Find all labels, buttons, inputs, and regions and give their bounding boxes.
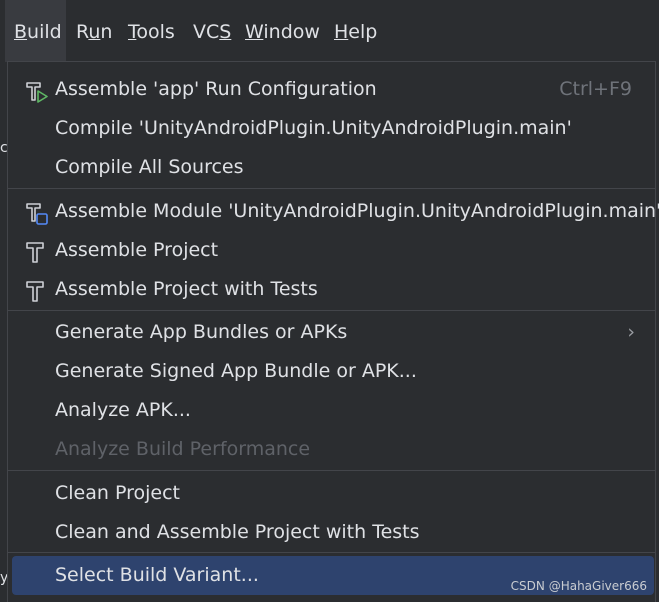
shortcut-label: Ctrl+F9 (559, 78, 632, 100)
menu-separator (8, 470, 655, 471)
menu-separator (8, 310, 655, 311)
hammer-run-icon (26, 82, 48, 103)
menu-item-label: Clean and Assemble Project with Tests (55, 521, 420, 543)
menu-item-label: Generate App Bundles or APKs (55, 321, 348, 343)
menu-run-mnemonic: u (88, 21, 101, 43)
menu-item-assemble-project[interactable]: Assemble Project (8, 231, 655, 270)
hammer-module-icon (26, 203, 48, 225)
menu-item-assemble-project-with-tests[interactable]: Assemble Project with Tests (8, 270, 655, 309)
build-menu-popup: Assemble 'app' Run Configuration Ctrl+F9… (7, 61, 659, 602)
menu-build-mnemonic: B (14, 21, 28, 43)
menu-item-compile-all-sources[interactable]: Compile All Sources (8, 148, 655, 187)
menu-item-label: Assemble Project (55, 239, 219, 261)
menu-tools-rest: ools (136, 21, 175, 43)
hammer-icon (26, 242, 44, 263)
menu-item-label: Select Build Variant... (55, 564, 259, 586)
menu-run-pre: R (76, 21, 89, 43)
menu-item-generate-app-bundles[interactable]: Generate App Bundles or APKs › (8, 313, 655, 352)
menu-item-label: Analyze Build Performance (55, 438, 311, 460)
menu-item-clean-and-assemble[interactable]: Clean and Assemble Project with Tests (8, 513, 655, 552)
menu-vcs-mnemonic: S (219, 21, 232, 43)
menu-item-label: Clean Project (55, 482, 180, 504)
menu-window[interactable]: Window (245, 19, 320, 45)
menu-item-label: Generate Signed App Bundle or APK... (55, 360, 417, 382)
menu-item-assemble-app-run-config[interactable]: Assemble 'app' Run Configuration Ctrl+F9 (8, 70, 655, 109)
menu-build[interactable]: Build (14, 19, 62, 45)
hammer-icon (26, 281, 44, 302)
menu-item-clean-project[interactable]: Clean Project (8, 474, 655, 513)
watermark-text: CSDN @HahaGiver666 (510, 579, 647, 593)
menu-separator (8, 188, 655, 189)
menu-item-analyze-apk[interactable]: Analyze APK... (8, 391, 655, 430)
menu-item-generate-signed-bundle[interactable]: Generate Signed App Bundle or APK... (8, 352, 655, 391)
menu-run-rest: n (100, 21, 113, 43)
menu-vcs[interactable]: VCS (193, 19, 231, 45)
menu-help-mnemonic: H (334, 21, 349, 43)
menu-run[interactable]: Run (76, 19, 112, 45)
menu-help-rest: elp (348, 21, 378, 43)
menu-item-assemble-module[interactable]: Assemble Module 'UnityAndroidPlugin.Unit… (8, 192, 659, 231)
menu-item-analyze-build-performance: Analyze Build Performance (8, 430, 655, 469)
menu-window-mnemonic: W (245, 21, 264, 43)
menu-separator (8, 552, 655, 553)
menu-item-compile-module[interactable]: Compile 'UnityAndroidPlugin.UnityAndroid… (8, 109, 655, 148)
menu-bar: Build Run Tools VCS Window Help (0, 0, 659, 62)
menu-help[interactable]: Help (334, 19, 377, 45)
menu-item-label: Analyze APK... (55, 399, 191, 421)
menu-item-label: Assemble 'app' Run Configuration (55, 78, 377, 100)
menu-item-label: Compile All Sources (55, 156, 244, 178)
menu-tools[interactable]: Tools (128, 19, 175, 45)
menu-window-rest: indow (263, 21, 320, 43)
menu-item-label: Compile 'UnityAndroidPlugin.UnityAndroid… (55, 117, 572, 139)
chevron-right-icon: › (627, 321, 635, 343)
menu-item-label: Assemble Project with Tests (55, 278, 318, 300)
menu-build-rest: uild (27, 21, 62, 43)
menu-item-label: Assemble Module 'UnityAndroidPlugin.Unit… (55, 200, 659, 222)
menu-vcs-pre: VC (193, 21, 220, 43)
